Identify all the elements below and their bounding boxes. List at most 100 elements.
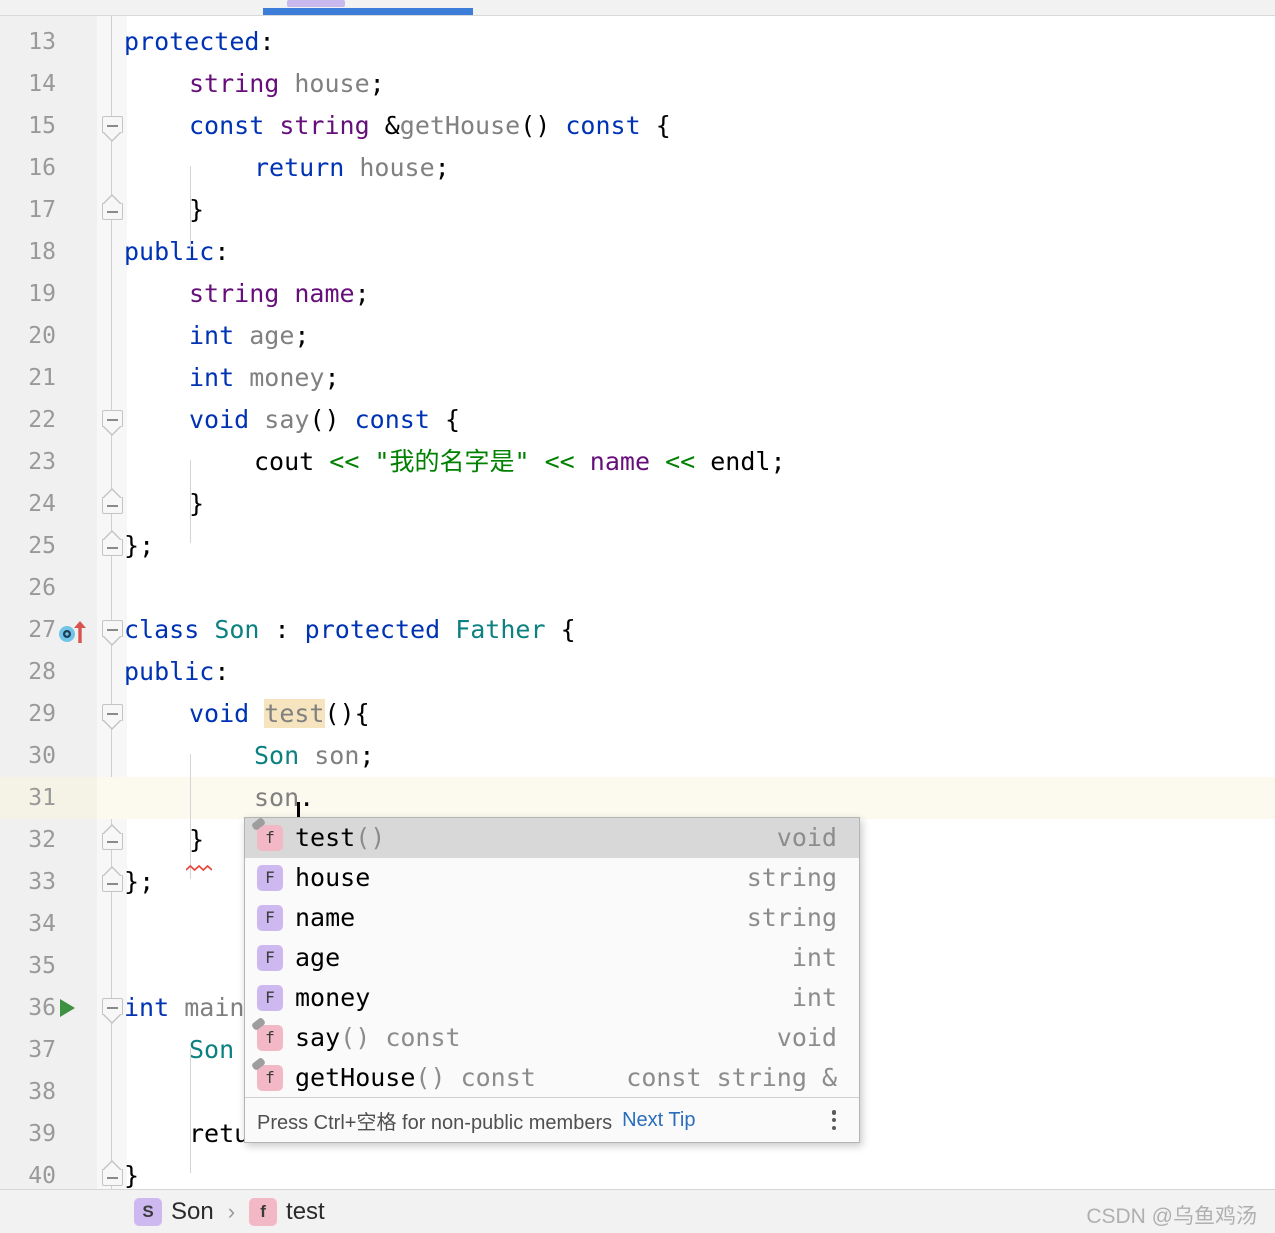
line-number: 30 (28, 743, 56, 769)
code-line[interactable]: 20 int age; (0, 315, 1275, 357)
code-text: int main (124, 993, 245, 1022)
indent-guide (190, 754, 191, 879)
code-fold-toggle-icon[interactable] (100, 483, 124, 525)
autocomplete-item-name: age (295, 943, 341, 972)
code-line[interactable]: 28 public: (0, 651, 1275, 693)
code-line[interactable]: 40} (0, 1155, 1275, 1189)
autocomplete-hint-text: Press Ctrl+空格 for non-public members (257, 1111, 613, 1134)
autocomplete-item[interactable]: Fname string (245, 898, 859, 938)
line-number: 28 (28, 659, 56, 685)
code-text: string name; (189, 279, 370, 308)
breadcrumb-item-class[interactable]: S Son (134, 1197, 214, 1226)
line-number: 34 (28, 911, 56, 937)
next-tip-link[interactable]: Next Tip (622, 1109, 695, 1132)
line-number: 32 (28, 827, 56, 853)
line-number: 13 (28, 29, 56, 55)
line-number: 17 (28, 197, 56, 223)
line-number: 18 (28, 239, 56, 265)
code-line[interactable]: 24} (0, 483, 1275, 525)
run-gutter-icon[interactable] (60, 999, 75, 1017)
code-line[interactable]: 31 son. (0, 777, 1275, 819)
code-text: } (124, 1161, 140, 1189)
code-line[interactable]: 22 void say() const { (0, 399, 1275, 441)
line-number: 14 (28, 71, 56, 97)
code-text: public: (124, 237, 230, 266)
code-line[interactable]: 13 protected: (0, 21, 1275, 63)
autocomplete-item-name: say() const (295, 1023, 461, 1052)
code-line[interactable]: 16 return house; (0, 147, 1275, 189)
code-line[interactable]: 18 public: (0, 231, 1275, 273)
code-fold-toggle-icon[interactable] (100, 105, 124, 147)
autocomplete-item-name: test() (295, 823, 386, 852)
autocomplete-item[interactable]: f test() void (245, 818, 859, 858)
ide-editor-window: 13 protected: 14 string house; 15 const strin… (0, 0, 1275, 1233)
kebab-menu-icon[interactable] (823, 1107, 845, 1133)
code-text: } (189, 195, 205, 224)
autocomplete-item[interactable]: Fage int (245, 938, 859, 978)
code-line[interactable]: 17} (0, 189, 1275, 231)
code-line[interactable]: 29 void test(){ (0, 693, 1275, 735)
autocomplete-item[interactable]: f say() const void (245, 1018, 859, 1058)
code-fold-toggle-icon[interactable] (100, 987, 124, 1029)
autocomplete-popup[interactable]: f test() void Fhouse string Fname string Fage in… (244, 817, 860, 1143)
line-number: 36 (28, 995, 56, 1021)
autocomplete-item[interactable]: Fhouse string (245, 858, 859, 898)
line-number: 33 (28, 869, 56, 895)
field-badge-icon: F (257, 945, 283, 971)
watermark-text: CSDN @乌鱼鸡汤 (1086, 1205, 1257, 1228)
code-text: return house; (254, 153, 450, 182)
autocomplete-item[interactable]: Fmoney int (245, 978, 859, 1018)
line-number: 22 (28, 407, 56, 433)
line-number: 15 (28, 113, 56, 139)
indent-guide (190, 460, 191, 543)
code-fold-toggle-icon[interactable] (100, 693, 124, 735)
autocomplete-item-name: money (295, 983, 371, 1012)
line-number: 29 (28, 701, 56, 727)
code-text: }; (124, 867, 155, 896)
code-text: void say() const { (189, 405, 461, 434)
line-number: 39 (28, 1121, 56, 1147)
code-line[interactable]: 25}; (0, 525, 1275, 567)
code-line[interactable]: 26 (0, 567, 1275, 609)
inheritance-marker-icon[interactable] (58, 619, 92, 643)
code-fold-toggle-icon[interactable] (100, 609, 124, 651)
code-fold-toggle-icon[interactable] (100, 861, 124, 903)
line-number: 27 (28, 617, 56, 643)
code-line[interactable]: 27 class Son : protected Father { (0, 609, 1275, 651)
breadcrumb-item-method[interactable]: f test (249, 1197, 325, 1226)
code-text: string house; (189, 69, 385, 98)
code-fold-toggle-icon[interactable] (100, 1155, 124, 1189)
active-tab-indicator[interactable] (263, 8, 473, 15)
autocomplete-list[interactable]: f test() void Fhouse string Fname string Fage in… (245, 818, 859, 1099)
line-number: 26 (28, 575, 56, 601)
line-number: 38 (28, 1079, 56, 1105)
code-line[interactable]: 23 cout << "我的名字是" << name << endl; (0, 441, 1275, 483)
autocomplete-item-type: string (746, 863, 837, 892)
code-text: protected: (124, 27, 275, 56)
method-badge-icon: f (257, 1025, 283, 1051)
autocomplete-item[interactable]: f getHouse() const const string & (245, 1058, 859, 1098)
code-text: son. (254, 783, 315, 812)
code-line[interactable]: 15 const string &getHouse() const { (0, 105, 1275, 147)
code-line[interactable]: 14 string house; (0, 63, 1275, 105)
autocomplete-footer: Press Ctrl+空格 for non-public members Nex… (245, 1097, 859, 1142)
code-text: int age; (189, 321, 310, 350)
code-line[interactable]: 30 Son son; (0, 735, 1275, 777)
line-number: 35 (28, 953, 56, 979)
code-fold-toggle-icon[interactable] (100, 399, 124, 441)
code-fold-toggle-icon[interactable] (100, 189, 124, 231)
code-fold-toggle-icon[interactable] (100, 525, 124, 567)
code-text: class Son : protected Father { (124, 615, 576, 644)
breadcrumb-method-label: test (286, 1197, 325, 1225)
code-fold-toggle-icon[interactable] (100, 819, 124, 861)
method-badge-icon: f (249, 1197, 278, 1226)
indent-guide (190, 1048, 191, 1173)
autocomplete-item-name: getHouse() const (295, 1063, 536, 1092)
breadcrumb-separator-icon: › (227, 1198, 236, 1224)
code-text: const string &getHouse() const { (189, 111, 671, 140)
code-line[interactable]: 21 int money; (0, 357, 1275, 399)
code-line[interactable]: 19 string name; (0, 273, 1275, 315)
autocomplete-item-type: int (791, 943, 837, 972)
autocomplete-item-type: void (776, 1023, 837, 1052)
line-number: 16 (28, 155, 56, 181)
